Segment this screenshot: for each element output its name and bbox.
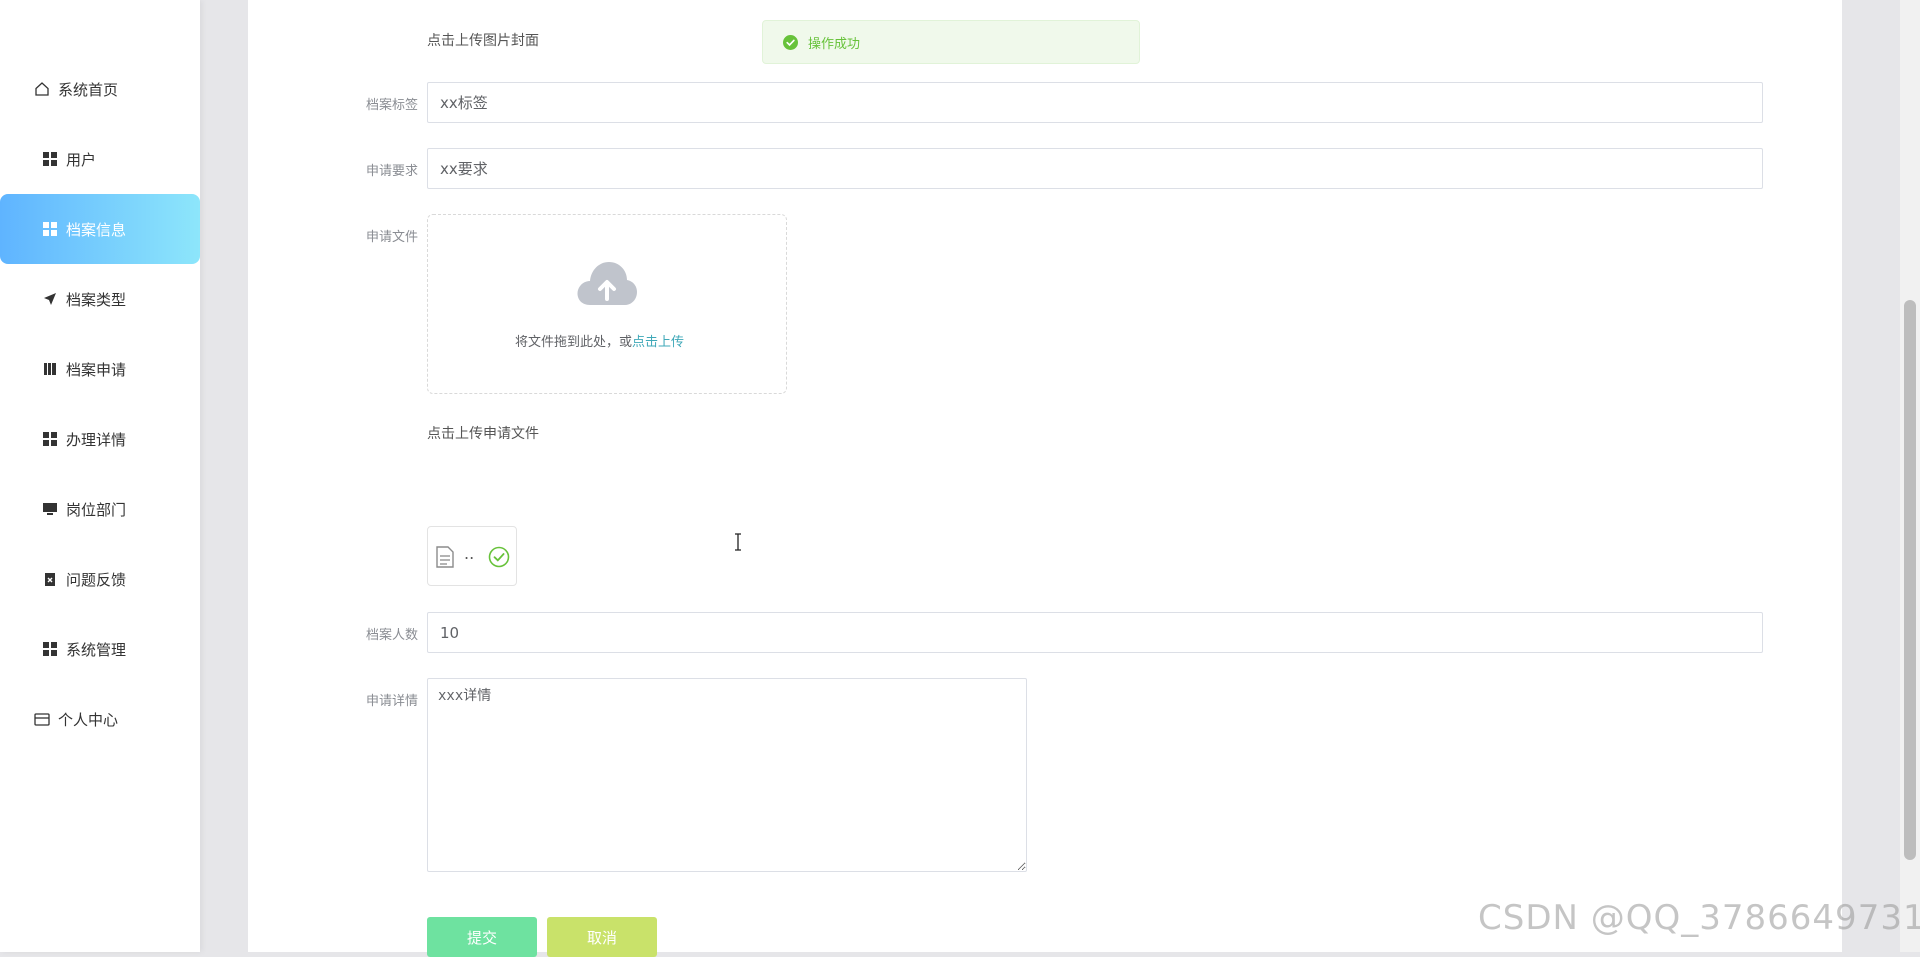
toast-message: 操作成功	[808, 36, 861, 52]
sidebar-item-feedback[interactable]: 问题反馈	[0, 544, 200, 614]
requirement-label: 申请要求	[365, 164, 418, 179]
sidebar-item-department[interactable]: 岗位部门	[0, 474, 200, 544]
tag-input[interactable]: xx标签	[427, 82, 1763, 123]
requirement-input-value: xx要求	[440, 160, 488, 178]
grid-icon	[42, 151, 58, 167]
sidebar-item-label: 档案类型	[66, 290, 127, 309]
sidebar-item-label: 个人中心	[58, 710, 119, 729]
success-toast: 操作成功	[762, 20, 1140, 64]
count-input[interactable]: 10	[427, 612, 1763, 653]
dropzone-text: 将文件拖到此处，或点击上传	[515, 335, 685, 350]
success-icon	[783, 34, 798, 50]
card-icon	[34, 711, 50, 727]
clipboard-x-icon	[42, 571, 58, 587]
send-icon	[42, 291, 58, 307]
sidebar-item-home[interactable]: 系统首页	[0, 54, 200, 124]
requirement-input[interactable]: xx要求	[427, 148, 1763, 189]
sidebar-item-label: 问题反馈	[66, 570, 127, 589]
sidebar-item-archive-apply[interactable]: 档案申请	[0, 334, 200, 404]
sidebar-item-label: 办理详情	[66, 430, 127, 449]
sidebar-item-label: 系统首页	[58, 80, 119, 99]
book-icon	[42, 361, 58, 377]
cancel-button[interactable]: 取消	[547, 917, 657, 957]
file-dropzone[interactable]: 将文件拖到此处，或点击上传	[427, 214, 787, 394]
check-circle-icon	[488, 546, 510, 572]
grid-icon	[42, 431, 58, 447]
grid-icon	[42, 641, 58, 657]
monitor-icon	[42, 501, 58, 517]
sidebar-item-system[interactable]: 系统管理	[0, 614, 200, 684]
home-icon	[34, 81, 50, 97]
form-panel: 点击上传图片封面 档案标签 xx标签 申请要求 xx要求 申请文件 将文件拖到此…	[248, 0, 1842, 957]
uploaded-file-name: ..	[464, 544, 475, 563]
sidebar-item-archive-info[interactable]: 档案信息	[0, 194, 200, 264]
cloud-upload-icon	[576, 259, 638, 311]
cover-upload-hint: 点击上传图片封面	[427, 33, 539, 49]
sidebar: 系统首页 用户 档案信息 档案类型 档案申请 办理详情 岗位部门 问题反馈 系统…	[0, 0, 200, 952]
tag-label: 档案标签	[365, 98, 418, 113]
detail-label: 申请详情	[365, 694, 418, 709]
file-label: 申请文件	[365, 230, 418, 245]
sidebar-item-handle-detail[interactable]: 办理详情	[0, 404, 200, 474]
count-input-value: 10	[440, 623, 460, 642]
file-upload-hint: 点击上传申请文件	[427, 426, 539, 442]
tag-input-value: xx标签	[440, 94, 488, 112]
uploaded-file-item[interactable]: ..	[427, 526, 517, 586]
document-icon	[436, 546, 454, 572]
sidebar-item-label: 系统管理	[66, 640, 127, 659]
text-cursor-icon	[733, 533, 743, 555]
sidebar-item-archive-type[interactable]: 档案类型	[0, 264, 200, 334]
submit-button[interactable]: 提交	[427, 917, 537, 957]
sidebar-item-profile[interactable]: 个人中心	[0, 684, 200, 754]
click-upload-link[interactable]: 点击上传	[632, 335, 684, 350]
sidebar-item-label: 用户	[66, 150, 97, 169]
scrollbar-thumb[interactable]	[1904, 300, 1916, 860]
grid-icon	[42, 221, 58, 237]
sidebar-item-label: 档案信息	[66, 220, 127, 239]
detail-textarea[interactable]: xxx详情	[427, 678, 1027, 872]
count-label: 档案人数	[365, 628, 418, 643]
sidebar-item-users[interactable]: 用户	[0, 124, 200, 194]
sidebar-item-label: 档案申请	[66, 360, 127, 379]
sidebar-item-label: 岗位部门	[66, 500, 127, 519]
watermark: CSDN @QQ_3786649731	[1478, 898, 1920, 938]
